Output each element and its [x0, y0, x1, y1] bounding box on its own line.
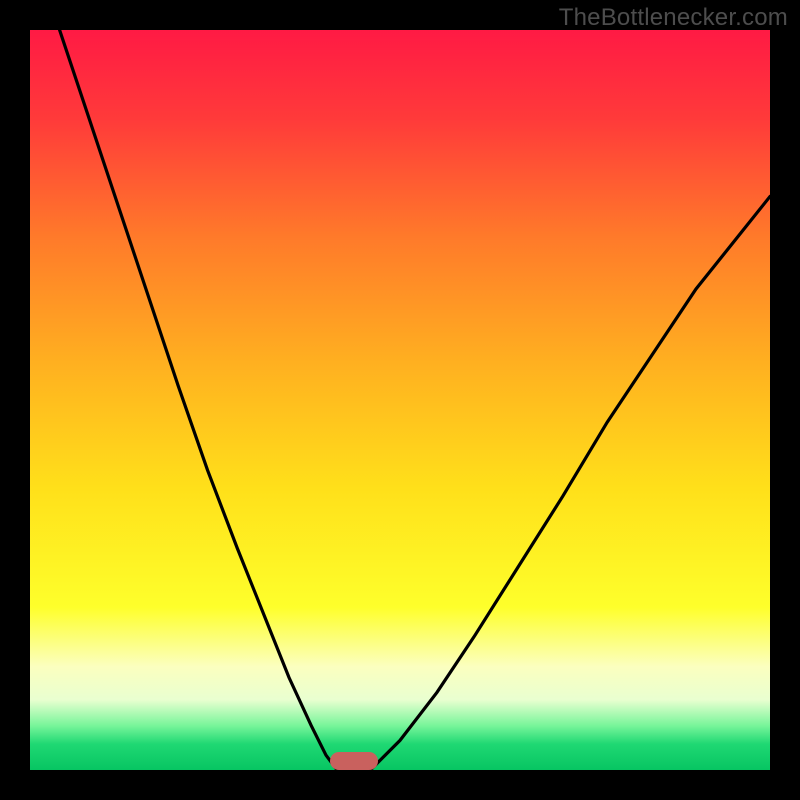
chart-frame: TheBottlenecker.com — [0, 0, 800, 800]
bottleneck-curves — [30, 30, 770, 770]
optimum-marker — [330, 752, 378, 770]
watermark-text: TheBottlenecker.com — [559, 4, 788, 32]
plot-area — [30, 30, 770, 770]
curve-left — [60, 30, 338, 770]
curve-right — [370, 197, 770, 771]
